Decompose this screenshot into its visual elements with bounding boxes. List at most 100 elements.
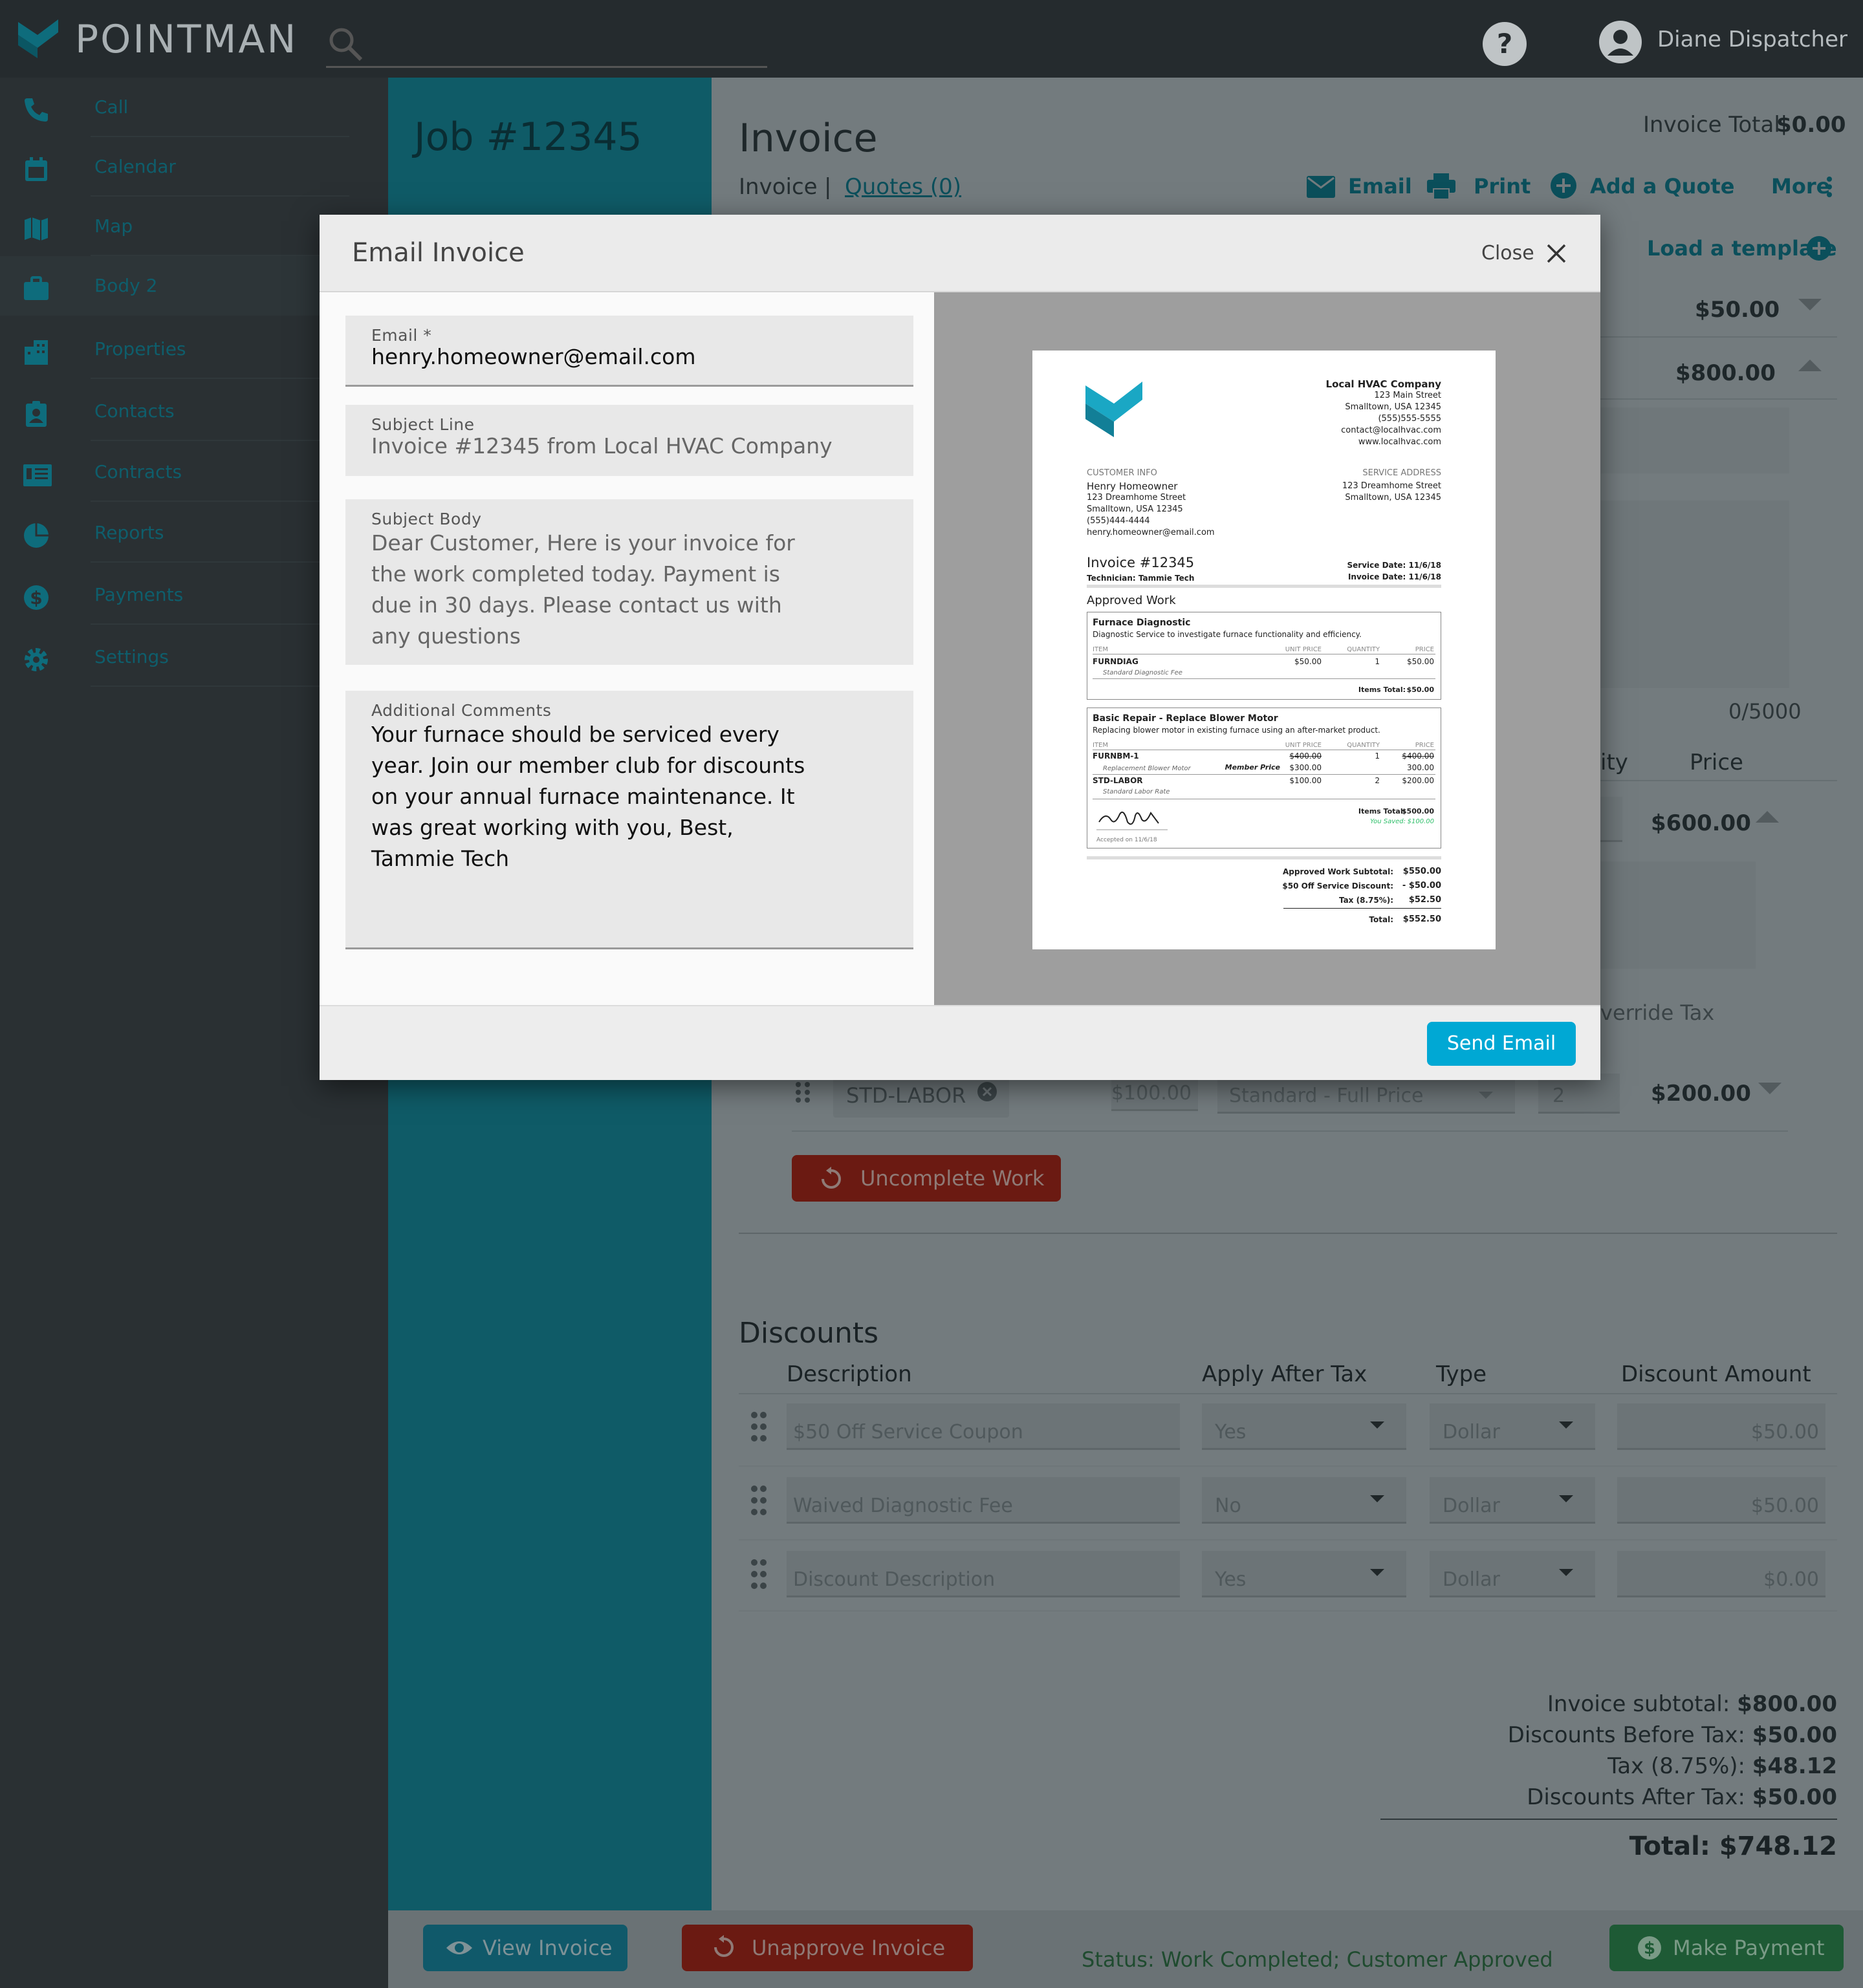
override-tax-label[interactable]: verride Tax [1600,1000,1714,1026]
help-icon[interactable]: ? [1481,21,1528,67]
collapse-icon[interactable] [1798,360,1822,371]
company-email: contact@localhvac.com [1341,426,1441,435]
quantity-input[interactable] [1600,797,1622,842]
subject-line-field[interactable]: Subject Line Invoice #12345 from Local H… [345,405,913,476]
apply-after-tax-select[interactable]: Yes [1202,1403,1406,1450]
subject-body-label: Subject Body [371,510,482,528]
notes-field[interactable] [1600,407,1789,473]
tax-value: $48.12 [1752,1753,1837,1779]
company-address-line: Smalltown, USA 12345 [1345,402,1441,412]
make-payment-button[interactable]: $ Make Payment [1609,1925,1844,1971]
user-avatar-icon[interactable] [1598,19,1643,65]
chevron-down-icon [1370,1569,1384,1576]
apply-after-tax-select[interactable]: Yes [1202,1551,1406,1597]
map-icon [22,215,50,243]
user-name[interactable]: Diane Dispatcher [1657,26,1847,53]
divider [1093,774,1435,775]
collapse-icon[interactable] [1756,811,1779,823]
divider [1093,678,1435,679]
email-field[interactable]: Email * henry.homeowner@email.com [345,316,913,387]
dollar-circle-icon: $ [1638,1936,1661,1960]
discount-amount-input[interactable]: $0.00 [1617,1551,1825,1597]
before-tax-value: $50.00 [1752,1722,1837,1748]
discount-type-select[interactable]: Dollar [1430,1551,1595,1597]
you-saved-value: $100.00 [1407,818,1434,825]
sidebar-item-properties[interactable]: Properties [0,319,349,379]
discount-amount-input[interactable]: $50.00 [1617,1403,1825,1450]
pie-chart-icon [22,521,50,550]
preview-invoice-date: Invoice Date: 11/6/18 [1347,572,1441,581]
discount-description-input[interactable]: $50 Off Service Coupon [787,1403,1180,1450]
discount-type-select[interactable]: Dollar [1430,1477,1595,1524]
divider [91,440,349,441]
section-description: Replacing blower motor in existing furna… [1093,726,1380,735]
divider [739,1233,1837,1234]
search-icon[interactable] [327,26,364,62]
undo-icon [822,1167,841,1189]
discount-type-value: Dollar [1443,1568,1500,1591]
discounts-after-tax: Discounts After Tax: $50.00 [1294,1784,1837,1811]
sidebar-item-calendar[interactable]: Calendar [0,137,349,197]
sidebar-item-reports[interactable]: Reports [0,503,349,563]
discount-amount-value: $0.00 [1763,1568,1819,1591]
sidebar-item-contacts[interactable]: Contacts [0,382,349,441]
send-email-button[interactable]: Send Email [1427,1022,1576,1066]
sidebar-item-call[interactable]: Call [0,78,349,137]
drag-handle-icon[interactable] [750,1411,767,1442]
discount-amount-input[interactable]: $50.00 [1617,1477,1825,1524]
sidebar-item-settings[interactable]: Settings [0,627,349,687]
sidebar-item-label: Contacts [94,400,175,422]
description-field[interactable] [1600,501,1789,688]
divider [1283,908,1441,909]
sidebar-item-map[interactable]: Map [0,197,349,256]
expand-icon[interactable] [1798,299,1822,310]
uncomplete-work-label: Uncomplete Work [860,1166,1045,1191]
discount-description-input[interactable]: Waived Diagnostic Fee [787,1477,1180,1524]
items-total-label: Items Total: [1358,807,1406,816]
sidebar-item-label: Calendar [94,156,176,177]
expand-icon[interactable] [1758,1083,1781,1094]
apply-after-tax-value: No [1215,1495,1241,1517]
sidebar-item-label: Contracts [94,461,182,482]
column-header-quantity: ity [1600,750,1628,775]
divider [91,686,349,687]
phone-icon [22,96,50,124]
top-bar: POINTMAN ? Diane Dispatcher [0,0,1863,78]
drag-handle-icon[interactable] [750,1559,767,1590]
item-code: FURNDIAG [1093,657,1138,666]
unapprove-invoice-button[interactable]: Unapprove Invoice [682,1925,973,1971]
chevron-down-icon [1559,1569,1573,1576]
subject-body-field[interactable]: Subject Body Dear Customer, Here is your… [345,499,913,665]
tab-quotes[interactable]: Quotes (0) [845,173,961,200]
discount-header-description: Description [787,1361,912,1387]
discount-type-select[interactable]: Dollar [1430,1403,1595,1450]
print-action-label: Print [1474,174,1531,199]
svg-text:$: $ [1644,1939,1655,1958]
remove-chip-icon[interactable] [977,1081,997,1102]
sidebar-item-payments[interactable]: $ Payments [0,565,349,625]
search-input[interactable] [326,66,767,68]
before-tax-label: Discounts Before Tax: [1507,1722,1745,1748]
chevron-down-icon [1370,1495,1384,1502]
item-subtitle: Standard Labor Rate [1103,788,1170,795]
you-saved-label: You Saved: [1370,818,1406,825]
view-invoice-button[interactable]: View Invoice [423,1925,627,1971]
sidebar-item-contracts[interactable]: Contracts [0,442,349,502]
divider [739,1465,1837,1467]
work-section: Furnace Diagnostic Diagnostic Service to… [1087,612,1441,700]
apply-after-tax-select[interactable]: No [1202,1477,1406,1524]
tab-invoice[interactable]: Invoice [739,173,818,200]
additional-comments-field[interactable]: Additional Comments Your furnace should … [345,691,913,949]
summary-value: $52.50 [1408,895,1441,905]
pointman-logo-icon[interactable] [18,19,58,58]
close-button[interactable]: Close [1481,241,1534,266]
customer-phone: (555)444-4444 [1087,516,1150,526]
close-icon[interactable] [1546,243,1567,264]
chevron-down-icon [1370,1421,1384,1429]
drag-handle-icon[interactable] [750,1485,767,1516]
discount-description-input[interactable]: Discount Description [787,1551,1180,1597]
modal-footer [320,1005,1600,1080]
drag-handle-icon[interactable] [794,1081,811,1103]
row-notes-field[interactable] [1600,861,1756,969]
uncomplete-work-button[interactable]: Uncomplete Work [792,1155,1061,1202]
